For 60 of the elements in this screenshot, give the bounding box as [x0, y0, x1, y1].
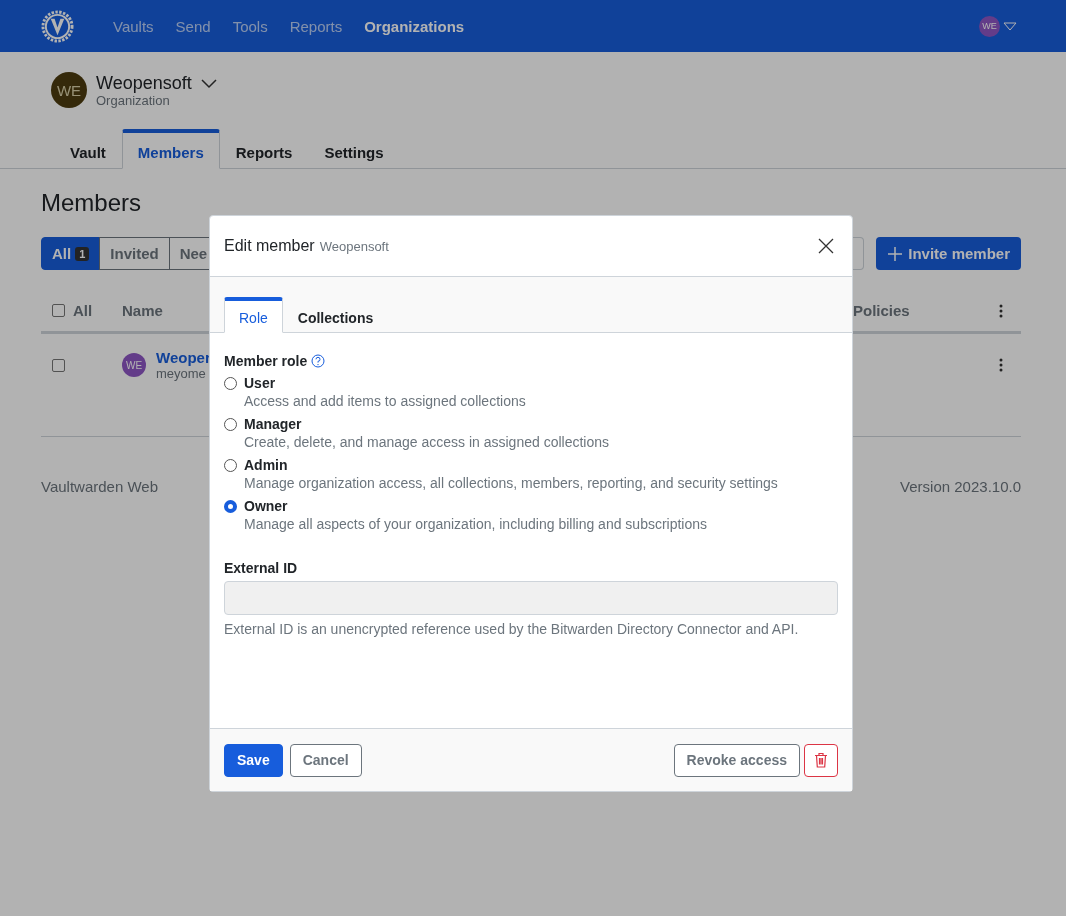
- footer-text: Vaultwarden Web: [41, 478, 158, 495]
- tab[interactable]: Vault: [54, 129, 122, 169]
- more-options-icon[interactable]: [999, 303, 1003, 318]
- column-header: Name: [122, 302, 163, 319]
- tab[interactable]: Settings: [308, 129, 400, 169]
- cancel-button[interactable]: Cancel: [289, 743, 362, 777]
- chevron-down-icon[interactable]: [200, 79, 217, 89]
- checkbox[interactable]: [52, 304, 65, 317]
- count-badge: 1: [75, 246, 90, 261]
- radio-label: Manager: [244, 416, 302, 432]
- more-options-icon[interactable]: [999, 358, 1003, 372]
- role-description: Access and add items to assigned collections: [244, 393, 527, 409]
- radio-label: Admin: [244, 457, 288, 473]
- logo-icon[interactable]: [41, 9, 74, 43]
- save-button[interactable]: Save: [224, 743, 283, 777]
- nav-link[interactable]: Send: [164, 17, 222, 35]
- role-description: Manage all aspects of your organization, including billing and subscriptions: [244, 516, 709, 532]
- member-avatar: WE: [122, 353, 146, 377]
- plus-icon: [887, 245, 904, 262]
- role-description: Create, delete, and manage access in assigned collections: [244, 434, 610, 450]
- member-name[interactable]: Weoper: [156, 349, 211, 366]
- tab[interactable]: Reports: [219, 129, 309, 169]
- role-description: Manage organization access, all collections, members, reporting, and security settings: [244, 475, 779, 491]
- page-title: Members: [41, 189, 143, 217]
- help-text: External ID is an unencrypted reference used by the Bitwarden Directory Connector and API.: [224, 621, 800, 637]
- revoke-access-button[interactable]: Revoke access: [673, 743, 800, 777]
- nav-link[interactable]: Reports: [278, 17, 354, 35]
- filter-button[interactable]: All 1: [41, 237, 101, 270]
- column-header: Policies: [853, 302, 910, 319]
- version-text: Version 2023.10.0: [900, 478, 1021, 495]
- help-icon[interactable]: [311, 354, 326, 368]
- invite-member-button[interactable]: Invite member: [876, 237, 1021, 270]
- org-name[interactable]: Weopensoft: [96, 72, 192, 93]
- field-label: Member role: [224, 353, 308, 369]
- trash-icon: [814, 752, 828, 768]
- radio-label: Owner: [244, 498, 288, 514]
- dialog-subtitle: Weopensoft: [319, 238, 389, 254]
- nav-link[interactable]: Vaults: [102, 17, 165, 35]
- radio-button[interactable]: [224, 417, 237, 431]
- radio-button[interactable]: [224, 458, 237, 472]
- nav-link[interactable]: Organizations: [353, 17, 476, 35]
- column-header: All: [73, 302, 94, 319]
- org-type: Organization: [96, 92, 170, 108]
- member-email: meyome: [156, 366, 207, 381]
- field-label: External ID: [224, 560, 298, 576]
- filter-button[interactable]: Invited: [99, 237, 170, 270]
- delete-button[interactable]: [804, 743, 838, 777]
- radio-label: User: [244, 375, 276, 391]
- nav-link[interactable]: Tools: [221, 17, 279, 35]
- tab[interactable]: Members: [121, 129, 220, 169]
- caret-icon[interactable]: [1003, 21, 1017, 31]
- user-avatar[interactable]: WE: [979, 15, 1000, 37]
- dialog-title: Edit member: [224, 237, 315, 255]
- radio-button[interactable]: [224, 499, 237, 513]
- tab[interactable]: Collections: [282, 297, 389, 333]
- tab[interactable]: Role: [224, 297, 283, 333]
- checkbox[interactable]: [52, 358, 65, 372]
- radio-button[interactable]: [224, 376, 237, 390]
- org-avatar: WE: [51, 72, 87, 108]
- close-icon: [818, 238, 834, 254]
